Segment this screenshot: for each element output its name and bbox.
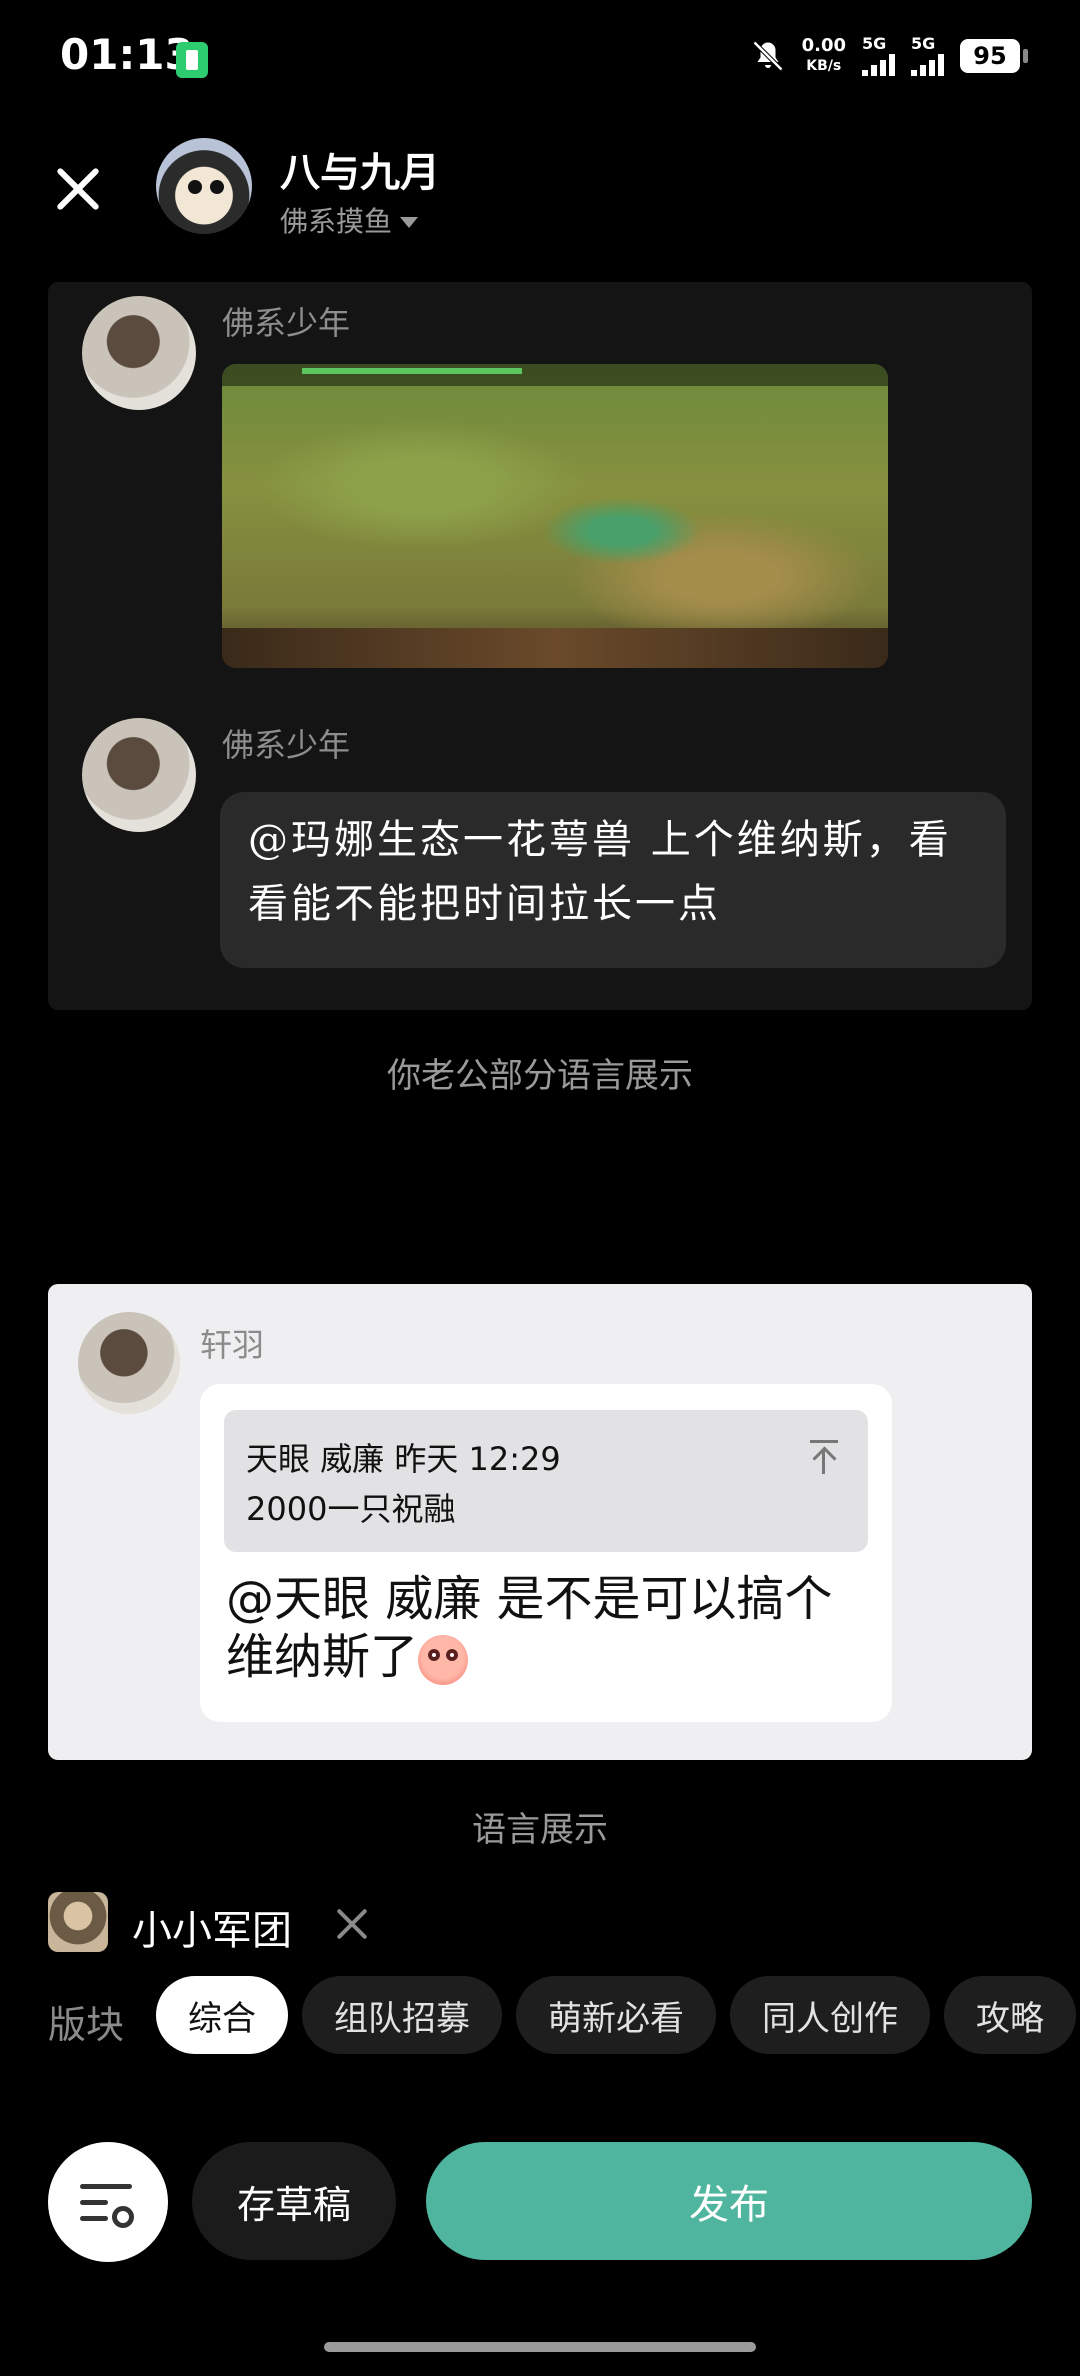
page-title: 八与九月 [280,150,440,196]
game-icon [48,1892,108,1952]
remove-tag-icon[interactable] [332,1904,372,1944]
close-icon[interactable] [46,158,110,222]
image-caption: 你老公部分语言展示 [387,1056,693,1096]
post-settings-button[interactable] [48,2142,168,2262]
avatar [82,296,196,410]
quoted-message [224,1410,868,1552]
message-text: @玛娜生态一花萼兽 上个维纳斯，看看能不能把时间拉长一点 [248,817,952,927]
list-settings-icon [80,2184,132,2189]
section-label: 版块 [48,2003,125,2047]
battery-icon: 95 [960,39,1028,73]
avatar [82,718,196,832]
quote-header: 天眼 威廉 昨天 12:29 [246,1440,561,1478]
gear-icon [112,2206,134,2228]
message-text: @天眼 威廉 是不是可以搞个维纳斯了 [226,1571,833,1685]
chip-general[interactable]: 综合 [156,1976,288,2054]
status-dropdown[interactable]: 佛系摸鱼 [280,200,419,240]
status-label: 佛系摸鱼 [280,205,393,238]
avatar [78,1312,180,1414]
home-indicator[interactable] [324,2342,756,2352]
game-tag-name[interactable]: 小小军团 [132,1898,292,1956]
game-screenshot-image[interactable] [222,364,888,668]
chip-team-recruit[interactable]: 组队招募 [302,1976,502,2054]
sender-name: 佛系少年 [222,304,351,342]
chip-strategy[interactable]: 攻略 [944,1976,1076,2054]
publish-button[interactable]: 发布 [426,2142,1032,2260]
quote-text: 2000一只祝融 [246,1490,456,1528]
chip-newbie-guide[interactable]: 萌新必看 [516,1976,716,2054]
status-indicators: 0.00 KB/s 5G 5G 95 [750,35,1028,76]
status-time: 01:13 [60,30,194,79]
sender-name: 轩羽 [200,1326,265,1364]
chevron-down-icon [400,216,419,228]
scroll-to-top-icon [806,1436,842,1476]
save-draft-button[interactable]: 存草稿 [192,2142,396,2260]
net-speed: 0.00 KB/s [801,35,846,75]
mute-bell-icon [752,40,783,72]
flushed-face-emoji-icon [418,1635,469,1685]
sender-name: 佛系少年 [222,726,351,764]
signal-sim2-icon: 5G [911,36,944,76]
section-chips: 综合 组队招募 萌新必看 同人创作 攻略 [156,1976,1076,2054]
app-notification-icon [176,42,208,78]
image-caption: 语言展示 [472,1810,608,1850]
signal-sim1-icon: 5G [862,36,895,76]
avatar[interactable] [156,138,252,234]
chip-fan-creation[interactable]: 同人创作 [730,1976,930,2054]
